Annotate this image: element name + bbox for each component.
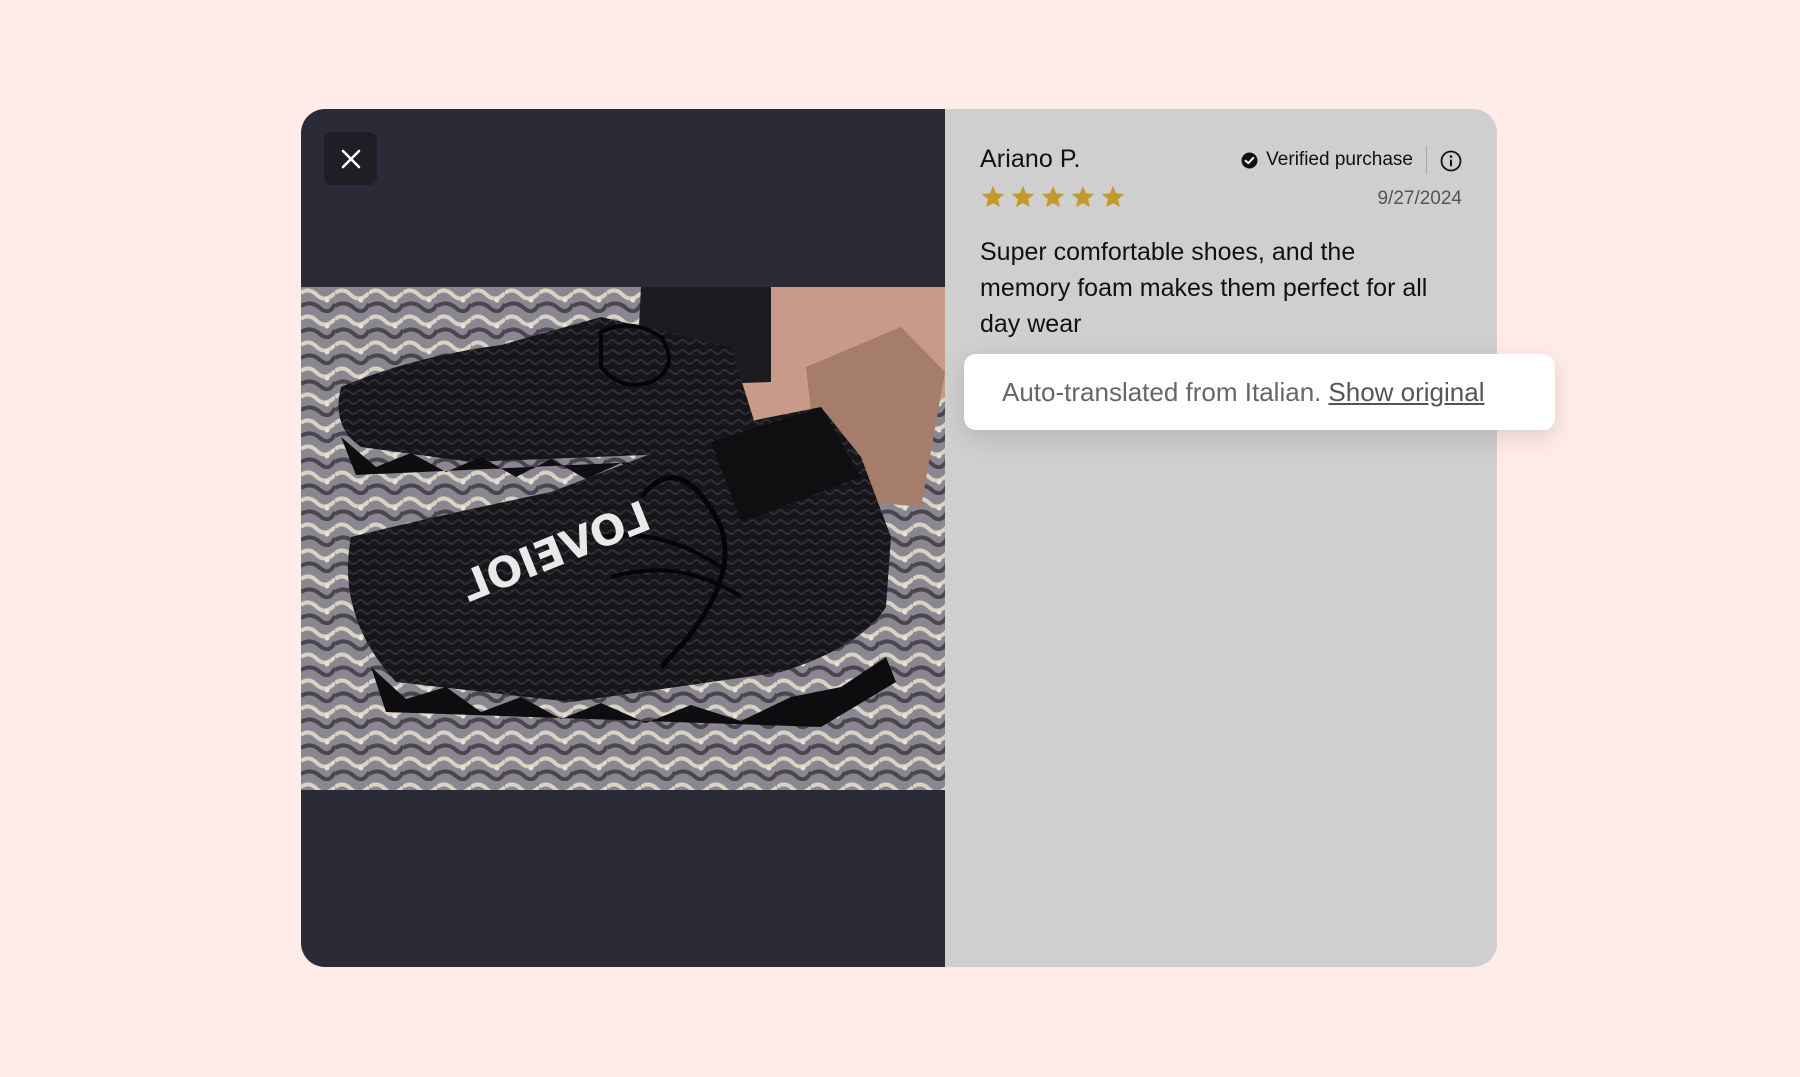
check-circle-icon [1241, 152, 1258, 168]
reviewer-name: Ariano P. [980, 145, 1081, 173]
review-modal: LOVEIOL Ariano P. Verified purchase 9/27… [301, 109, 1497, 967]
translation-notice: Auto-translated from Italian. Show origi… [964, 354, 1555, 430]
info-icon [1440, 150, 1462, 172]
review-photo: LOVEIOL [301, 287, 945, 790]
verified-label: Verified purchase [1266, 149, 1413, 170]
divider [1426, 146, 1427, 174]
translation-notice-text: Auto-translated from Italian. [1002, 376, 1322, 407]
review-details: Ariano P. Verified purchase 9/27/2024 Su… [945, 109, 1497, 967]
star-icon [1101, 185, 1125, 208]
star-icon [1041, 185, 1065, 208]
close-button[interactable] [324, 132, 377, 185]
star-rating [980, 184, 1126, 210]
review-text: Super comfortable shoes, and the memory … [980, 238, 1428, 338]
review-date: 9/27/2024 [1377, 188, 1462, 209]
star-icon [1071, 185, 1095, 208]
close-icon [341, 149, 360, 168]
show-original-link[interactable]: Show original [1328, 377, 1484, 408]
media-pane: LOVEIOL [301, 109, 945, 967]
star-icon [981, 185, 1005, 208]
verified-badge: Verified purchase [1241, 149, 1413, 171]
info-button[interactable] [1439, 149, 1463, 173]
star-icon [1011, 185, 1035, 208]
